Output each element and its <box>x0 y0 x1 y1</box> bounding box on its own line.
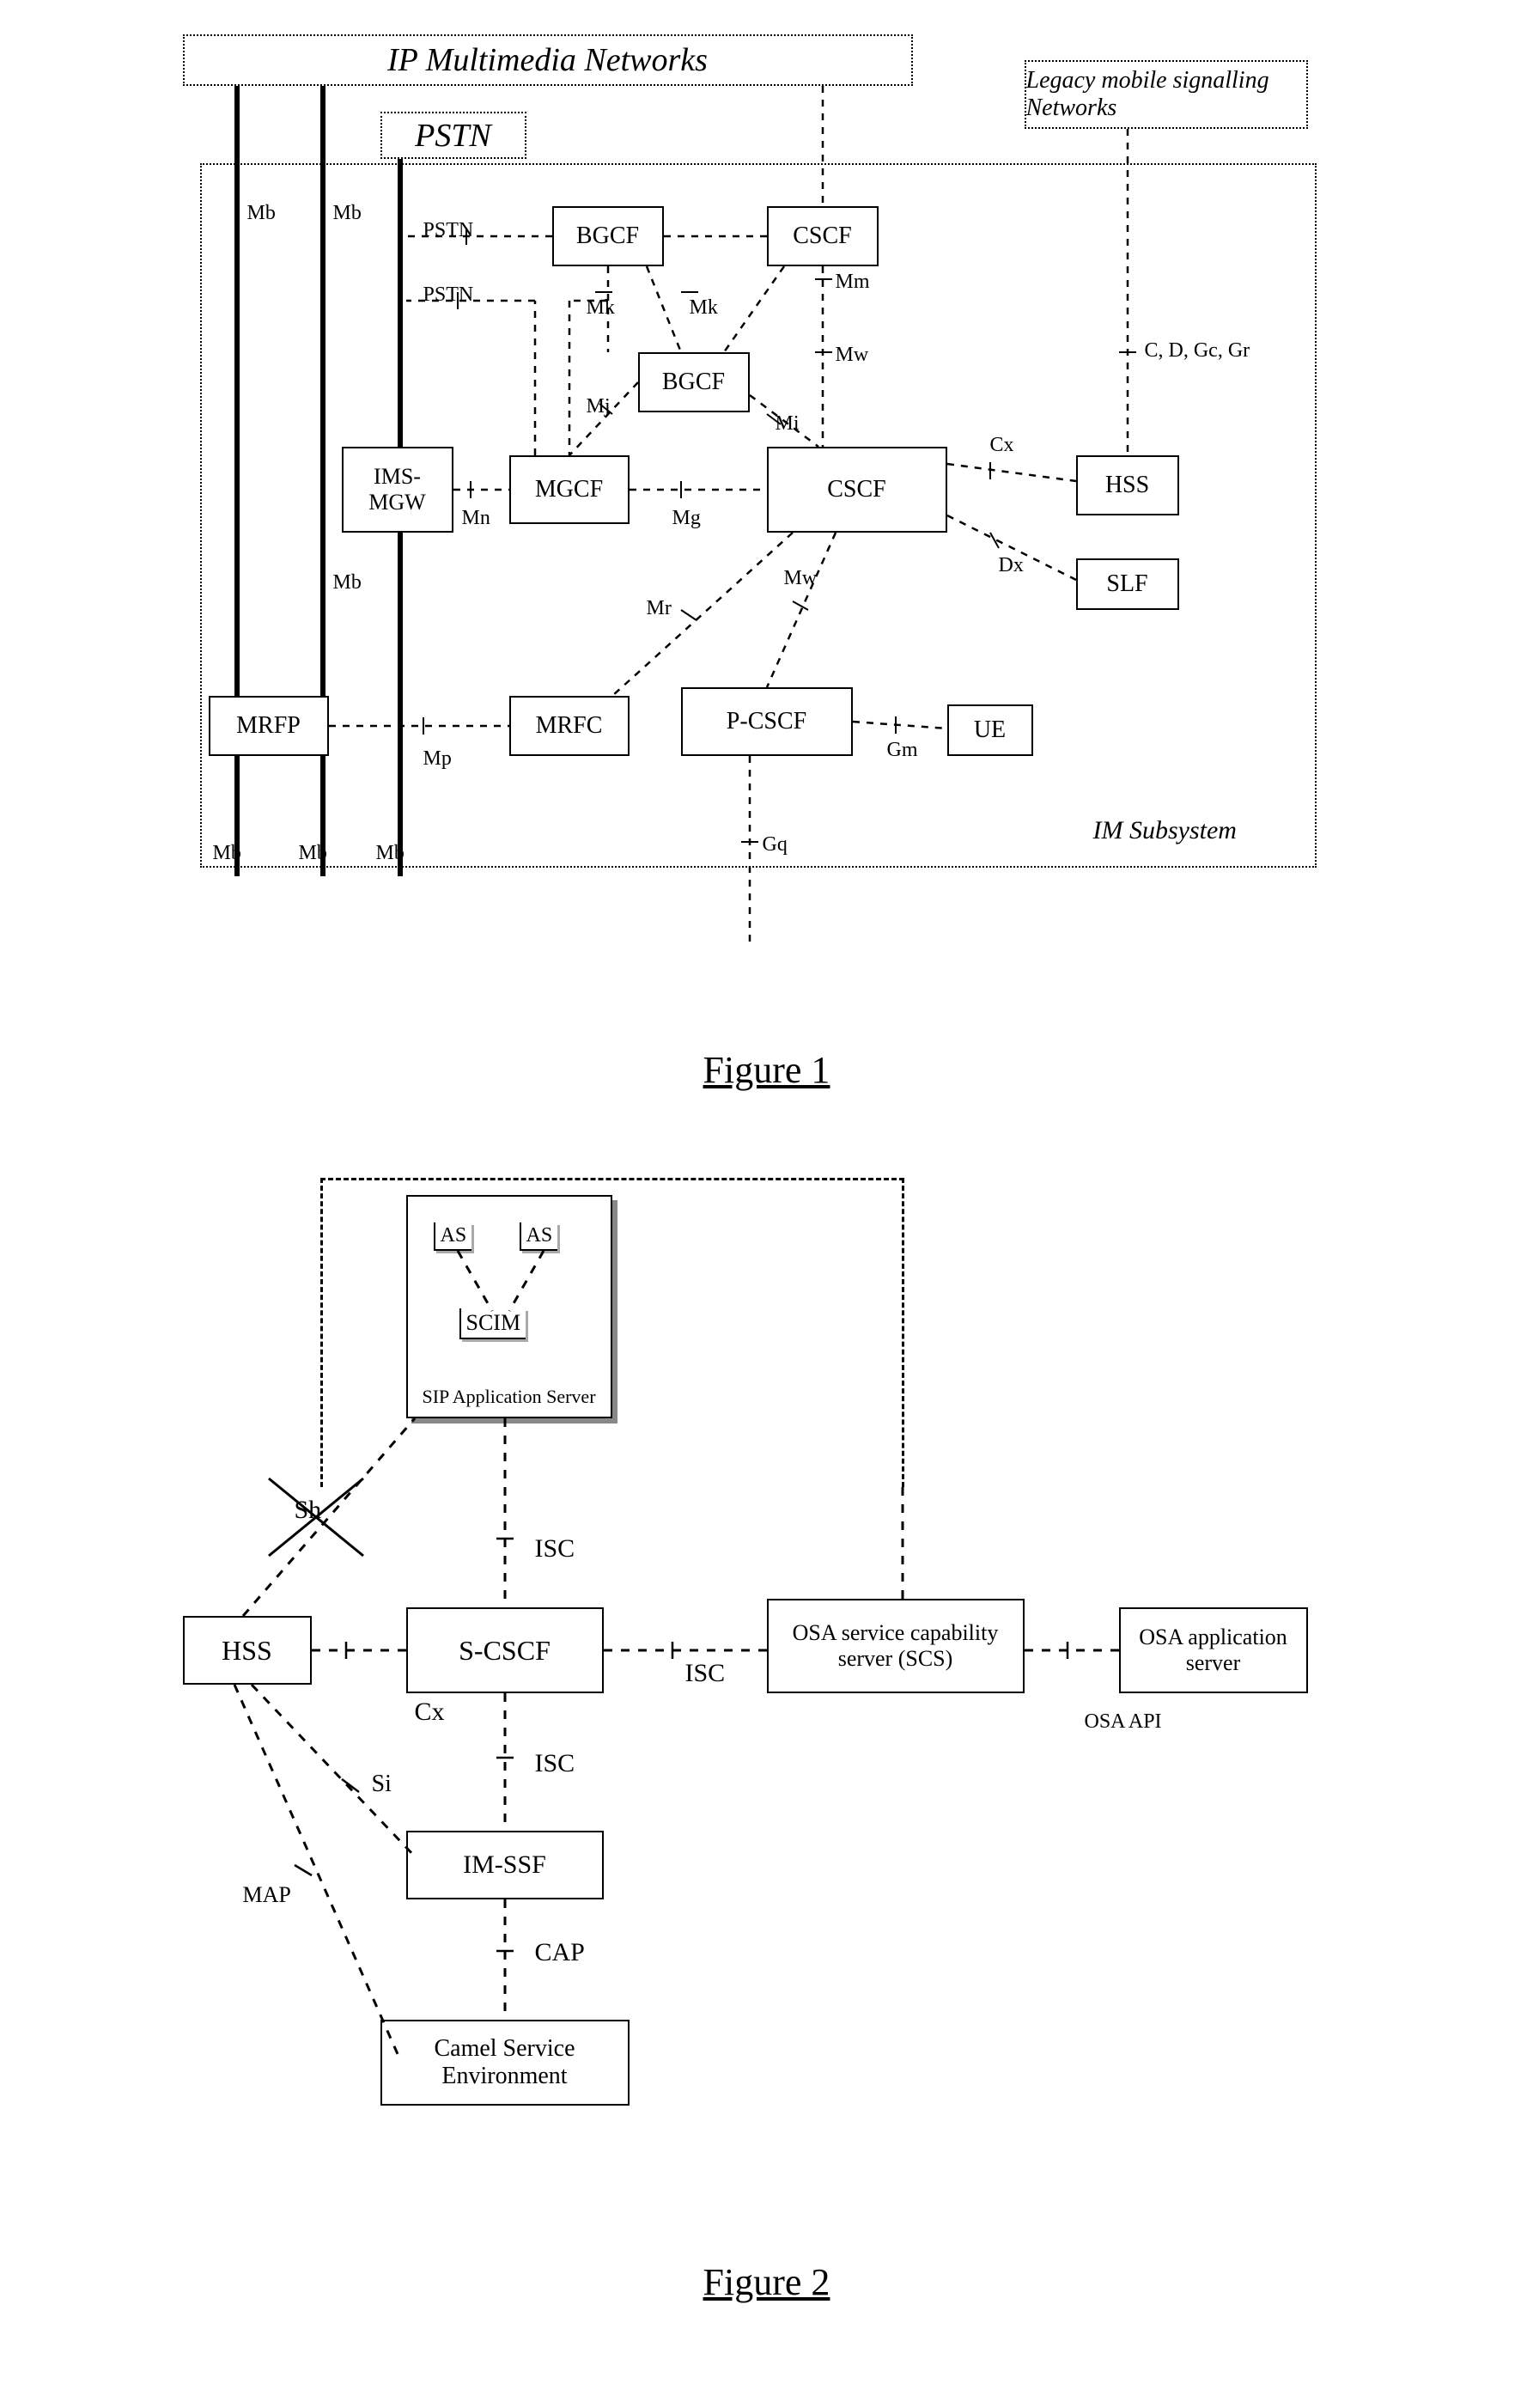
osa-scs: OSA service capability server (SCS) <box>767 1599 1025 1693</box>
camel: Camel Service Environment <box>380 2020 630 2106</box>
ip-networks-box: IP Multimedia Networks <box>183 34 913 86</box>
bgcf-2: BGCF <box>638 352 750 412</box>
lbl-mb-6: Mb <box>376 842 405 865</box>
legacy-box: Legacy mobile signalling Networks <box>1025 60 1308 129</box>
s-cscf: S-CSCF <box>406 1607 604 1693</box>
ip-networks-label: IP Multimedia Networks <box>387 41 708 79</box>
lbl-mp: Mp <box>423 747 452 771</box>
lbl-isc-3: ISC <box>535 1749 575 1778</box>
figure-1: IP Multimedia Networks PSTN Legacy mobil… <box>166 34 1368 979</box>
p-cscf: P-CSCF <box>681 687 853 756</box>
lbl-isc-2: ISC <box>685 1659 726 1688</box>
lbl-gm: Gm <box>887 739 918 762</box>
lbl-dx: Dx <box>999 554 1024 577</box>
lbl-mk-1: Mk <box>587 296 615 320</box>
lbl-mn: Mn <box>462 507 490 530</box>
figure-2-caption: Figure 2 <box>34 2260 1499 2304</box>
lbl-mb-3: Mb <box>333 571 362 594</box>
bgcf-1: BGCF <box>552 206 664 266</box>
lbl-isc-1: ISC <box>535 1534 575 1564</box>
lbl-mb-2: Mb <box>333 202 362 225</box>
ue: UE <box>947 704 1033 756</box>
sip-as-label: SIP Application Server <box>408 1386 611 1408</box>
slf: SLF <box>1076 558 1179 610</box>
lbl-mj: Mj <box>587 395 611 418</box>
lbl-mk-2: Mk <box>690 296 718 320</box>
lbl-mb-4: Mb <box>213 842 241 865</box>
lbl-map: MAP <box>243 1882 291 1908</box>
figure-1-caption: Figure 1 <box>34 1048 1499 1092</box>
vline-2 <box>320 86 325 876</box>
legacy-label: Legacy mobile signalling Networks <box>1026 67 1306 122</box>
lbl-cap: CAP <box>535 1938 585 1967</box>
scim: SCIM <box>459 1308 526 1339</box>
lbl-mb-1: Mb <box>247 202 276 225</box>
lbl-mi: Mi <box>776 412 800 436</box>
lbl-si: Si <box>372 1771 392 1798</box>
ims-mgw: IMS-MGW <box>342 447 453 533</box>
as-2: AS <box>520 1222 558 1251</box>
lbl-osa-api: OSA API <box>1085 1710 1162 1734</box>
cscf-main: CSCF <box>767 447 947 533</box>
mgcf: MGCF <box>509 455 630 524</box>
im-subsystem-label: IM Subsystem <box>1093 816 1237 845</box>
lbl-mw-2: Mw <box>784 567 818 590</box>
pstn-label: PSTN <box>415 117 491 155</box>
osa-as: OSA application server <box>1119 1607 1308 1693</box>
lbl-cdgcgr: C, D, Gc, Gr <box>1145 339 1250 363</box>
lbl-gq: Gq <box>763 833 788 857</box>
sip-as-box: AS AS SCIM SIP Application Server <box>406 1195 612 1418</box>
lbl-mb-5: Mb <box>299 842 327 865</box>
as-1: AS <box>434 1222 472 1251</box>
mrfc: MRFC <box>509 696 630 756</box>
lbl-cx-2: Cx <box>415 1698 445 1727</box>
hss-2: HSS <box>183 1616 312 1685</box>
mrfp: MRFP <box>209 696 329 756</box>
lbl-mw-1: Mw <box>836 344 869 367</box>
lbl-cx: Cx <box>990 434 1014 457</box>
lbl-sh: Sh <box>295 1496 322 1525</box>
pstn-box: PSTN <box>380 112 526 159</box>
lbl-mm: Mm <box>836 271 870 294</box>
figure-2: AS AS SCIM SIP Application Server HSS S-… <box>166 1161 1368 2192</box>
im-ssf: IM-SSF <box>406 1831 604 1899</box>
cscf-top: CSCF <box>767 206 879 266</box>
lbl-pstn-1: PSTN <box>423 219 474 242</box>
lbl-pstn-2: PSTN <box>423 283 474 307</box>
vline-1 <box>234 86 240 876</box>
lbl-mg: Mg <box>672 507 701 530</box>
lbl-mr: Mr <box>647 597 672 620</box>
hss: HSS <box>1076 455 1179 515</box>
